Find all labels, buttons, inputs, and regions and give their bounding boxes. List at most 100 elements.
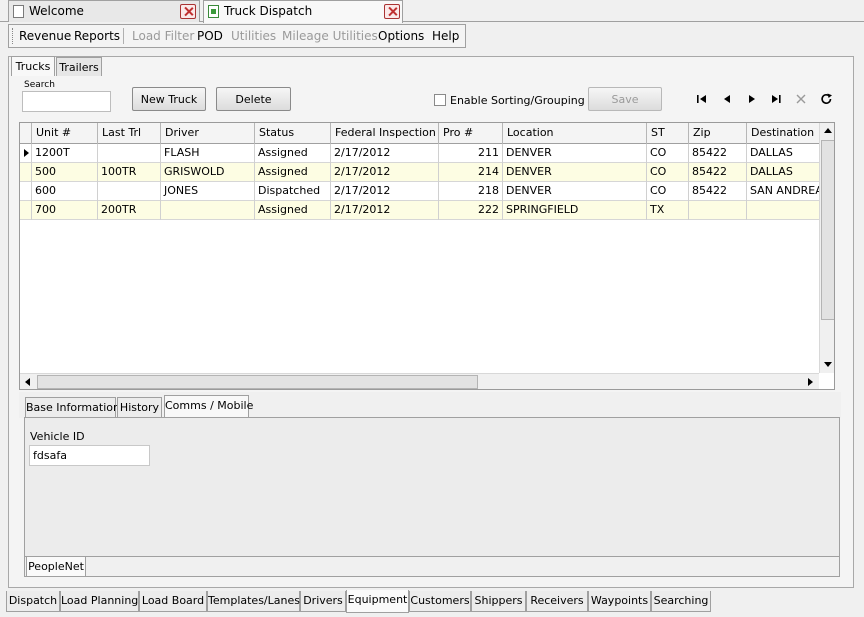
table-row[interactable]: 1200T FLASH Assigned 2/17/2012 211 DENVE…	[20, 144, 827, 163]
column-header-st[interactable]: ST	[647, 123, 689, 144]
cell-status[interactable]: Assigned	[255, 144, 331, 163]
save-button[interactable]: Save	[588, 87, 662, 111]
tab-trucks[interactable]: Trucks	[11, 56, 55, 76]
enable-sorting-label[interactable]: Enable Sorting/Grouping	[450, 94, 585, 107]
scroll-right-icon[interactable]	[808, 378, 813, 386]
tab-load-planning[interactable]: Load Planning	[60, 591, 139, 612]
cell-federal-inspection[interactable]: 2/17/2012	[331, 144, 439, 163]
tab-drivers[interactable]: Drivers	[300, 591, 346, 612]
cell-pro[interactable]: 222	[439, 201, 503, 220]
cell-last-trl[interactable]: 200TR	[98, 201, 161, 220]
cell-pro[interactable]: 211	[439, 144, 503, 163]
column-header-driver[interactable]: Driver	[161, 123, 255, 144]
cell-destination[interactable]: DALLAS	[747, 144, 827, 163]
cell-last-trl[interactable]	[98, 182, 161, 201]
toolbar-grip-icon[interactable]	[12, 28, 15, 44]
tab-customers[interactable]: Customers	[409, 591, 471, 612]
menu-mileage-utilities[interactable]: Mileage Utilities	[282, 29, 378, 43]
doc-tab-truck-dispatch[interactable]: Truck Dispatch	[203, 0, 403, 23]
tab-peoplenet[interactable]: PeopleNet	[26, 557, 86, 577]
table-row[interactable]: 600 JONES Dispatched 2/17/2012 218 DENVE…	[20, 182, 827, 201]
cell-unit[interactable]: 1200T	[32, 144, 98, 163]
cell-driver[interactable]	[161, 201, 255, 220]
cell-destination[interactable]	[747, 201, 827, 220]
first-record-icon[interactable]	[695, 93, 709, 105]
column-header-destination[interactable]: Destination	[747, 123, 827, 144]
tab-equipment[interactable]: Equipment	[346, 590, 409, 613]
table-row[interactable]: 700 200TR Assigned 2/17/2012 222 SPRINGF…	[20, 201, 827, 220]
tab-shippers[interactable]: Shippers	[471, 591, 526, 612]
row-selector[interactable]	[20, 163, 32, 182]
horizontal-scrollbar[interactable]	[20, 373, 819, 389]
column-header-federal-inspection[interactable]: Federal Inspection	[331, 123, 439, 144]
vertical-scrollbar[interactable]	[819, 123, 834, 373]
column-header-last-trl[interactable]: Last Trl	[98, 123, 161, 144]
prev-record-icon[interactable]	[720, 93, 734, 105]
cell-st[interactable]: CO	[647, 144, 689, 163]
tab-trailers[interactable]: Trailers	[56, 57, 102, 76]
cell-driver[interactable]: GRISWOLD	[161, 163, 255, 182]
menu-help[interactable]: Help	[432, 29, 459, 43]
cell-destination[interactable]: DALLAS	[747, 163, 827, 182]
cell-zip[interactable]	[689, 201, 747, 220]
cell-last-trl[interactable]	[98, 144, 161, 163]
row-selector[interactable]	[20, 144, 32, 163]
tab-receivers[interactable]: Receivers	[526, 591, 588, 612]
menu-options[interactable]: Options	[378, 29, 424, 43]
tab-dispatch[interactable]: Dispatch	[6, 591, 60, 612]
row-selector[interactable]	[20, 182, 32, 201]
cell-location[interactable]: DENVER	[503, 182, 647, 201]
next-record-icon[interactable]	[745, 93, 759, 105]
menu-load-filter[interactable]: Load Filter	[132, 29, 194, 43]
cancel-edit-icon[interactable]	[794, 93, 808, 105]
last-record-icon[interactable]	[769, 93, 783, 105]
cell-zip[interactable]: 85422	[689, 163, 747, 182]
menu-reports[interactable]: Reports	[74, 29, 120, 43]
menu-revenue[interactable]: Revenue	[19, 29, 71, 43]
cell-location[interactable]: SPRINGFIELD	[503, 201, 647, 220]
column-header-zip[interactable]: Zip	[689, 123, 747, 144]
cell-status[interactable]: Assigned	[255, 201, 331, 220]
cell-location[interactable]: DENVER	[503, 144, 647, 163]
cell-driver[interactable]: FLASH	[161, 144, 255, 163]
cell-destination[interactable]: SAN ANDREAS	[747, 182, 827, 201]
cell-pro[interactable]: 218	[439, 182, 503, 201]
cell-unit[interactable]: 600	[32, 182, 98, 201]
tab-load-board[interactable]: Load Board	[139, 591, 207, 612]
search-input[interactable]	[22, 91, 111, 112]
cell-zip[interactable]: 85422	[689, 144, 747, 163]
delete-button[interactable]: Delete	[216, 87, 291, 111]
cell-status[interactable]: Assigned	[255, 163, 331, 182]
doc-tab-welcome[interactable]: Welcome	[8, 0, 200, 22]
tab-templates-lanes[interactable]: Templates/Lanes	[207, 591, 300, 612]
column-header-pro[interactable]: Pro #	[439, 123, 503, 144]
tab-base-information[interactable]: Base Information	[25, 397, 120, 417]
tab-searching[interactable]: Searching	[651, 591, 711, 612]
close-tab-icon[interactable]	[180, 4, 196, 19]
cell-pro[interactable]: 214	[439, 163, 503, 182]
horizontal-scroll-thumb[interactable]	[37, 375, 478, 389]
tab-comms-mobile[interactable]: Comms / Mobile	[164, 395, 253, 417]
cell-unit[interactable]: 500	[32, 163, 98, 182]
menu-pod[interactable]: POD	[197, 29, 223, 43]
cell-st[interactable]: CO	[647, 163, 689, 182]
column-header-status[interactable]: Status	[255, 123, 331, 144]
column-header-unit[interactable]: Unit #	[32, 123, 98, 144]
cell-last-trl[interactable]: 100TR	[98, 163, 161, 182]
cell-unit[interactable]: 700	[32, 201, 98, 220]
table-row[interactable]: 500 100TR GRISWOLD Assigned 2/17/2012 21…	[20, 163, 827, 182]
menu-utilities[interactable]: Utilities	[231, 29, 276, 43]
scroll-up-icon[interactable]	[824, 128, 832, 133]
enable-sorting-checkbox[interactable]	[434, 94, 446, 106]
cell-zip[interactable]: 85422	[689, 182, 747, 201]
scroll-down-icon[interactable]	[824, 362, 832, 367]
tab-history[interactable]: History	[117, 397, 162, 417]
cell-driver[interactable]: JONES	[161, 182, 255, 201]
vehicle-id-field[interactable]	[29, 445, 150, 466]
column-header-location[interactable]: Location	[503, 123, 647, 144]
vertical-scroll-thumb[interactable]	[821, 140, 834, 320]
row-selector[interactable]	[20, 201, 32, 220]
cell-federal-inspection[interactable]: 2/17/2012	[331, 201, 439, 220]
cell-location[interactable]: DENVER	[503, 163, 647, 182]
scroll-left-icon[interactable]	[25, 378, 30, 386]
